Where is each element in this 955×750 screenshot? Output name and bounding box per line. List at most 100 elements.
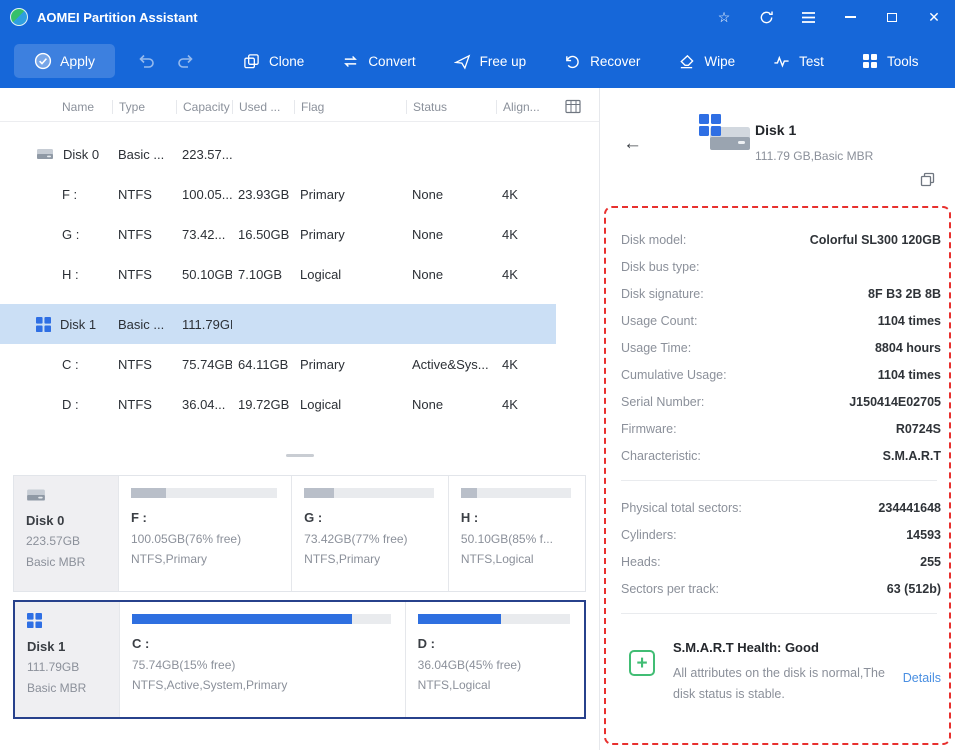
minimize-button[interactable]	[829, 0, 871, 34]
detail-row-usage-count: Usage Count: 1104 times	[621, 313, 941, 328]
apply-button[interactable]: Apply	[14, 44, 116, 78]
row-status: Active&Sys...	[412, 356, 489, 372]
table-row-partition-f[interactable]: F : NTFS 100.05... 23.93GB Primary None …	[0, 174, 556, 214]
detail-row-usage-time: Usage Time: 8804 hours	[621, 340, 941, 355]
usage-bar	[304, 488, 434, 498]
detail-row-firmware: Firmware: R0724S	[621, 421, 941, 436]
disk-detail-panel: ← Disk 1 111.79 GB,Basic MBR Disk model:…	[601, 88, 955, 750]
partition-block-f[interactable]: F : 100.05GB(76% free) NTFS,Primary	[118, 476, 291, 591]
back-arrow-icon[interactable]: ←	[623, 134, 642, 153]
row-flag: Logical	[300, 396, 342, 412]
partition-block-c[interactable]: C : 75.74GB(15% free) NTFS,Active,System…	[119, 602, 405, 717]
row-used: 23.93GB	[238, 186, 290, 202]
disk-map: Disk 0 223.57GB Basic MBR F : 100.05GB(7…	[0, 475, 599, 719]
recover-icon	[566, 55, 579, 68]
row-flag: Primary	[300, 356, 345, 372]
test-button[interactable]: Test	[759, 43, 838, 80]
column-flag[interactable]: Flag	[294, 99, 406, 114]
table-row-disk1[interactable]: Disk 1 Basic ... 111.79GB	[0, 304, 556, 344]
details-link[interactable]: Details	[903, 671, 941, 685]
favorite-star-icon[interactable]: ☆	[703, 0, 745, 34]
row-capacity: 73.42...	[182, 226, 226, 242]
table-row-partition-h[interactable]: H : NTFS 50.10GB 7.10GB Logical None 4K	[0, 254, 556, 294]
wipe-button[interactable]: Wipe	[664, 43, 749, 80]
row-align: 4K	[502, 356, 518, 372]
row-capacity: 223.57...	[182, 146, 232, 162]
undo-button[interactable]	[133, 48, 159, 74]
app-window: AOMEI Partition Assistant ☆ ✕ Apply Clon…	[0, 0, 955, 750]
maximize-button[interactable]	[871, 0, 913, 34]
tools-icon	[862, 54, 877, 68]
detail-disk-name: Disk 1	[755, 122, 797, 138]
row-used: 16.50GB	[238, 226, 290, 242]
disk0-info-block[interactable]: Disk 0 223.57GB Basic MBR	[14, 476, 118, 591]
row-capacity: 50.10GB	[182, 266, 232, 282]
free-up-button[interactable]: Free up	[440, 43, 541, 80]
divider	[621, 613, 937, 614]
row-capacity: 111.79GB	[182, 316, 232, 332]
row-align: 4K	[502, 186, 518, 202]
detail-row-characteristic: Characteristic: S.M.A.R.T	[621, 448, 941, 463]
usage-bar	[460, 488, 571, 498]
detail-row-disk-model: Disk model: Colorful SL300 120GB	[621, 232, 941, 247]
detail-disk-sub: 111.79 GB,Basic MBR	[755, 149, 874, 163]
table-row-partition-c[interactable]: C : NTFS 75.74GB 64.11GB Primary Active&…	[0, 344, 556, 384]
smart-health-block: + S.M.A.R.T Health: Good All attributes …	[621, 627, 941, 705]
partition-block-h[interactable]: H : 50.10GB(85% f... NTFS,Logical	[447, 476, 585, 591]
detail-row-signature: Disk signature: 8F B3 2B 8B	[621, 286, 941, 301]
disk1-squares-icon	[27, 613, 42, 628]
row-status: None	[412, 266, 444, 282]
row-type: NTFS	[118, 226, 152, 242]
clone-icon	[244, 53, 259, 68]
row-status: None	[412, 396, 444, 412]
row-status: None	[412, 186, 444, 202]
partition-block-g[interactable]: G : 73.42GB(77% free) NTFS,Primary	[291, 476, 448, 591]
table-row-partition-g[interactable]: G : NTFS 73.42... 16.50GB Primary None 4…	[0, 214, 556, 254]
column-capacity[interactable]: Capacity	[176, 99, 232, 114]
panel-splitter-handle[interactable]	[285, 454, 314, 457]
row-name: Disk 0	[63, 146, 100, 162]
title-bar: AOMEI Partition Assistant ☆ ✕	[0, 0, 955, 34]
copy-icon[interactable]	[920, 172, 935, 192]
redo-button[interactable]	[173, 48, 199, 74]
disk1-squares-icon	[36, 316, 51, 332]
row-used: 7.10GB	[238, 266, 283, 282]
row-used: 64.11GB	[238, 356, 289, 372]
row-name: Disk 1	[60, 316, 97, 332]
detail-row-sectors-per-track: Sectors per track: 63 (512b)	[621, 581, 941, 596]
recover-button[interactable]: Recover	[550, 43, 654, 80]
table-row-disk0[interactable]: Disk 0 Basic ... 223.57...	[0, 134, 556, 174]
row-capacity: 75.74GB	[182, 356, 232, 372]
tools-button[interactable]: Tools	[848, 43, 933, 80]
close-button[interactable]: ✕	[913, 0, 955, 34]
column-settings-icon[interactable]	[562, 96, 584, 118]
disk-name: Disk 1	[27, 639, 66, 654]
toolbar: Apply Clone Convert Free up Recover Wipe…	[0, 34, 955, 88]
row-flag: Logical	[300, 266, 342, 282]
column-align[interactable]: Align...	[496, 99, 554, 114]
row-align: 4K	[502, 226, 518, 242]
divider	[621, 480, 937, 481]
table-body: Disk 0 Basic ... 223.57... F : NTFS 100.…	[0, 122, 599, 424]
partition-block-d[interactable]: D : 36.04GB(45% free) NTFS,Logical	[404, 602, 584, 717]
refresh-icon[interactable]	[745, 0, 787, 34]
row-used: 19.72GB	[238, 396, 290, 412]
disk1-card: Disk 1 111.79GB Basic MBR C : 75.74GB(15…	[13, 600, 586, 719]
detail-row-serial-number: Serial Number: J150414E02705	[621, 394, 941, 409]
detail-row-bus-type: Disk bus type:	[621, 259, 700, 274]
app-title: AOMEI Partition Assistant	[37, 9, 198, 25]
disk-name: Disk 0	[26, 513, 65, 528]
column-status[interactable]: Status	[406, 99, 496, 114]
menu-icon[interactable]	[787, 0, 829, 34]
convert-button[interactable]: Convert	[328, 43, 429, 80]
disk-style: Basic MBR	[26, 555, 86, 569]
clone-button[interactable]: Clone	[229, 43, 318, 80]
column-used[interactable]: Used ...	[232, 99, 294, 114]
row-align: 4K	[502, 266, 518, 282]
disk1-info-block[interactable]: Disk 1 111.79GB Basic MBR	[15, 602, 119, 717]
disk-capacity: 111.79GB	[27, 660, 80, 674]
table-row-partition-d[interactable]: D : NTFS 36.04... 19.72GB Logical None 4…	[0, 384, 556, 424]
column-type[interactable]: Type	[112, 99, 176, 114]
column-name[interactable]: Name	[0, 100, 112, 114]
drive-icon	[27, 489, 45, 501]
